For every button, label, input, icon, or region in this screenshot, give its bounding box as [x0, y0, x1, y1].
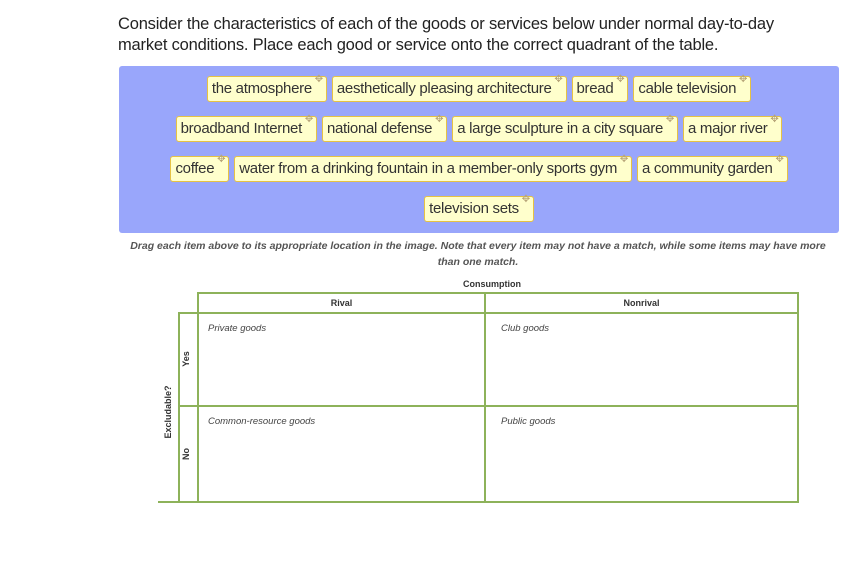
drag-item-large-sculpture[interactable]: a large sculpture in a city square ✥ [452, 114, 678, 142]
drag-handle-icon: ✥ [770, 114, 779, 125]
drag-item-label: cable television [638, 80, 737, 97]
row-header-no: No [181, 448, 191, 460]
item-bank-row-1: the atmosphere ✥ aesthetically pleasing a… [119, 74, 839, 102]
drag-item-label: aesthetically pleasing architecture [336, 80, 552, 97]
cell-label-common-resource-goods: Common-resource goods [208, 416, 316, 427]
drag-item-coffee[interactable]: coffee ✥ [170, 154, 230, 182]
row-header-yes: Yes [181, 351, 191, 367]
drag-handle-icon: ✥ [217, 154, 226, 165]
drag-item-label: television sets [429, 200, 519, 217]
drag-instructions: Drag each item above to its appropriate … [130, 240, 826, 268]
drag-item-label: broadband Internet [180, 120, 303, 137]
dropzone-private-goods[interactable]: Private goods [199, 314, 484, 405]
cell-label-private-goods: Private goods [208, 323, 267, 334]
consumption-axis-label: Consumption [463, 279, 521, 289]
cell-label-club-goods: Club goods [501, 323, 550, 334]
drag-handle-icon: ✥ [665, 114, 674, 125]
drag-item-label: coffee [175, 160, 215, 177]
drag-item-label: a major river [687, 120, 768, 137]
dropzone-public-goods[interactable]: Public goods [486, 407, 797, 501]
drag-item-label: national defense [326, 120, 433, 137]
drag-handle-icon: ✥ [616, 74, 625, 85]
column-header-rival: Rival [330, 298, 353, 308]
excludable-axis-label: Excludable? [163, 385, 173, 439]
drag-item-label: the atmosphere [211, 80, 312, 97]
drag-item-community-garden[interactable]: a community garden ✥ [637, 154, 788, 182]
drag-item-national-defense[interactable]: national defense ✥ [321, 114, 448, 142]
table-bottom-border [158, 501, 799, 503]
drag-item-label: bread [576, 80, 614, 97]
drag-handle-icon: ✥ [775, 154, 784, 165]
yes-no-column-left-border [178, 312, 180, 503]
drag-handle-icon: ✥ [314, 74, 323, 85]
table-top-border [197, 292, 799, 294]
item-bank-row-2: broadband Internet ✥ national defense ✥ a … [119, 114, 839, 142]
drag-handle-icon: ✥ [619, 154, 629, 165]
drag-item-television-sets[interactable]: television sets ✥ [424, 194, 534, 222]
drag-handle-icon: ✥ [739, 74, 748, 85]
drag-item-the-atmosphere[interactable]: the atmosphere ✥ [206, 74, 327, 102]
dropzone-club-goods[interactable]: Club goods [486, 314, 797, 405]
drag-handle-icon: ✥ [304, 114, 313, 125]
drag-item-broadband-internet[interactable]: broadband Internet ✥ [175, 114, 317, 142]
dropzone-common-resource-goods[interactable]: Common-resource goods [199, 407, 484, 501]
drag-handle-icon: ✥ [435, 114, 444, 125]
question-prompt: Consider the characteristics of each of … [118, 15, 774, 54]
cell-label-public-goods: Public goods [501, 416, 556, 427]
drag-item-label: a large sculpture in a city square [457, 120, 663, 137]
item-bank: the atmosphere ✥ aesthetically pleasing a… [119, 66, 839, 233]
drag-item-cable-television[interactable]: cable television ✥ [633, 74, 752, 102]
drag-handle-icon: ✥ [521, 194, 530, 205]
drag-item-label: water from a drinking fountain in a memb… [239, 160, 618, 177]
drag-item-bread[interactable]: bread ✥ [571, 74, 629, 102]
item-bank-row-3: coffee ✥ water from a drinking fountain i… [119, 154, 839, 182]
column-header-nonrival: Nonrival [623, 298, 660, 308]
drag-item-label: a community garden [642, 160, 773, 177]
drag-handle-icon: ✥ [554, 74, 563, 85]
drag-item-aesthetically-pleasing-architecture[interactable]: aesthetically pleasing architecture ✥ [331, 74, 567, 102]
table-right-border [797, 292, 799, 503]
item-bank-row-4: television sets ✥ [119, 194, 839, 222]
drag-item-gym-fountain-water[interactable]: water from a drinking fountain in a memb… [234, 154, 633, 182]
drag-item-major-river[interactable]: a major river ✥ [682, 114, 783, 142]
